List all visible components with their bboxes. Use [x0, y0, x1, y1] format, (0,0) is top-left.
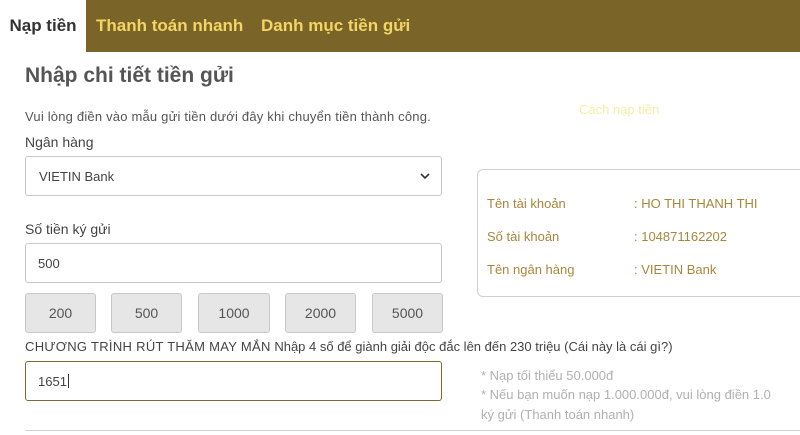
bank-select[interactable]: VIETIN Bank: [25, 156, 442, 196]
quick-amount-button[interactable]: 1000: [198, 293, 270, 333]
bank-label: Ngân hàng: [25, 134, 94, 150]
lucky-number-input[interactable]: 1651: [25, 361, 442, 401]
tab-bar: Nạp tiền Thanh toán nhanh Danh mục tiền …: [0, 0, 800, 52]
amount-input-value: 500: [38, 256, 60, 271]
bank-name-label: Tên ngân hàng: [487, 262, 575, 277]
tab-deposit-list[interactable]: Danh mục tiền gửi: [261, 0, 410, 52]
account-name-value: : HO THI THANH THI: [634, 196, 758, 211]
account-info-box: Tên tài khoản : HO THI THANH THI Số tài …: [477, 169, 800, 297]
account-number-value: : 104871162202: [634, 229, 728, 244]
lucky-draw-heading: CHƯƠNG TRÌNH RÚT THĂM MAY MẮN Nhập 4 số …: [25, 339, 673, 354]
lucky-draw-description: Nhập 4 số để giành giải độc đắc lên đến …: [274, 339, 673, 354]
bank-select-value: VIETIN Bank: [39, 169, 115, 184]
quick-amount-button[interactable]: 2000: [285, 293, 356, 333]
amount-label: Số tiền ký gửi: [25, 221, 111, 237]
note-deposit-instruction: * Nếu bạn muốn nạp 1.000.000đ, vui lòng …: [481, 387, 771, 402]
how-to-deposit-link[interactable]: Cách nạp tiền: [579, 102, 659, 117]
account-number-label: Số tài khoản: [487, 229, 560, 244]
quick-amount-button[interactable]: 500: [111, 293, 182, 333]
bank-name-value: : VIETIN Bank: [634, 262, 717, 277]
page-title: Nhập chi tiết tiền gửi: [25, 64, 234, 87]
note-deposit-instruction-cont: ký gửi (Thanh toán nhanh): [481, 407, 635, 422]
divider: [25, 430, 800, 431]
tab-quick-payment[interactable]: Thanh toán nhanh: [96, 0, 243, 52]
amount-input[interactable]: 500: [25, 243, 442, 283]
tab-deposit[interactable]: Nạp tiền: [0, 0, 86, 52]
lucky-number-value: 1651: [38, 374, 69, 389]
note-min-deposit: * Nạp tối thiểu 50.000đ: [481, 368, 614, 383]
quick-amount-button[interactable]: 5000: [372, 293, 443, 333]
account-name-label: Tên tài khoản: [487, 196, 566, 211]
quick-amount-button[interactable]: 200: [25, 293, 96, 333]
instruction-text: Vui lòng điền vào mẫu gửi tiền dưới đây …: [25, 109, 431, 124]
lucky-draw-title: CHƯƠNG TRÌNH RÚT THĂM MAY MẮN: [25, 339, 271, 354]
chevron-down-icon: [420, 173, 430, 180]
